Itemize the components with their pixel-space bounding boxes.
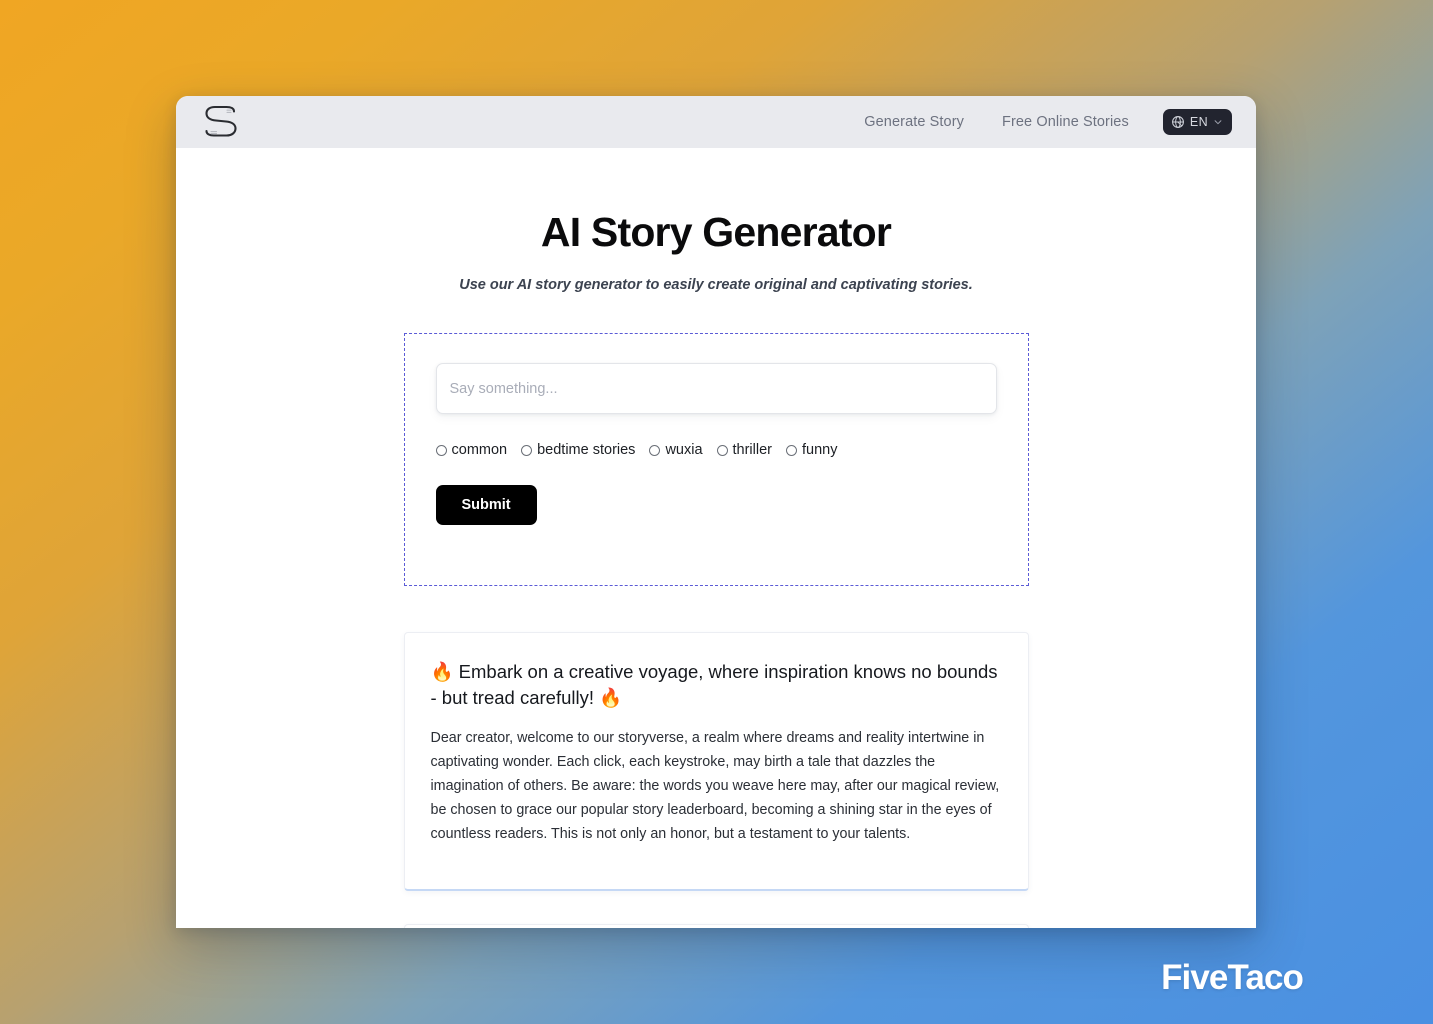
story-prompt-input[interactable] (435, 363, 997, 414)
app-window: Generate Story Free Online Stories EN AI… (176, 96, 1256, 928)
radio-option-funny[interactable]: funny (786, 443, 837, 458)
radio-option-thriller[interactable]: thriller (716, 442, 772, 458)
radio-option-common[interactable]: common (435, 442, 508, 458)
card-body: Dear creator, welcome to our storyverse,… (430, 730, 1000, 843)
radio-indicator[interactable] (716, 444, 728, 456)
submit-button[interactable]: Submit (435, 484, 537, 525)
globe-icon (1171, 116, 1184, 128)
top-navigation-bar: Generate Story Free Online Stories EN (176, 96, 1256, 148)
radio-label: thriller (732, 442, 772, 458)
radio-indicator[interactable] (521, 444, 533, 456)
radio-indicator[interactable] (649, 444, 661, 456)
chevron-down-icon (1214, 120, 1222, 125)
logo-s-icon (205, 105, 237, 137)
info-card-explore: ✨ Explore Limitless Creativity - Sail Fo… (403, 924, 1029, 928)
site-logo[interactable] (198, 102, 244, 142)
story-type-radio-group: common bedtime stories wuxia thriller fu (435, 442, 997, 458)
fivetaco-watermark: FiveTaco (1161, 958, 1304, 997)
page-subtitle: Use our AI story generator to easily cre… (459, 277, 973, 293)
card-title: 🔥 Embark on a creative voyage, where ins… (430, 661, 998, 708)
radio-label: funny (802, 442, 838, 458)
nav-links: Generate Story Free Online Stories (864, 114, 1129, 130)
page-content: AI Story Generator Use our AI story gene… (176, 209, 1256, 928)
page-title: AI Story Generator (540, 209, 892, 255)
radio-label: wuxia (665, 442, 703, 458)
nav-link-free-online-stories[interactable]: Free Online Stories (1002, 114, 1129, 130)
info-card-disclaimer: 🔥 Embark on a creative voyage, where ins… (403, 632, 1029, 891)
nav-link-generate-story[interactable]: Generate Story (864, 114, 964, 130)
language-selector-button[interactable]: EN (1162, 109, 1232, 135)
language-code-label: EN (1189, 114, 1208, 129)
radio-label: bedtime stories (537, 442, 636, 458)
radio-indicator[interactable] (435, 444, 447, 456)
radio-option-wuxia[interactable]: wuxia (649, 442, 703, 458)
radio-option-bedtime-stories[interactable]: bedtime stories (521, 443, 635, 458)
story-generator-form: common bedtime stories wuxia thriller fu (403, 333, 1029, 586)
radio-indicator[interactable] (786, 444, 797, 456)
radio-label: common (451, 442, 508, 458)
